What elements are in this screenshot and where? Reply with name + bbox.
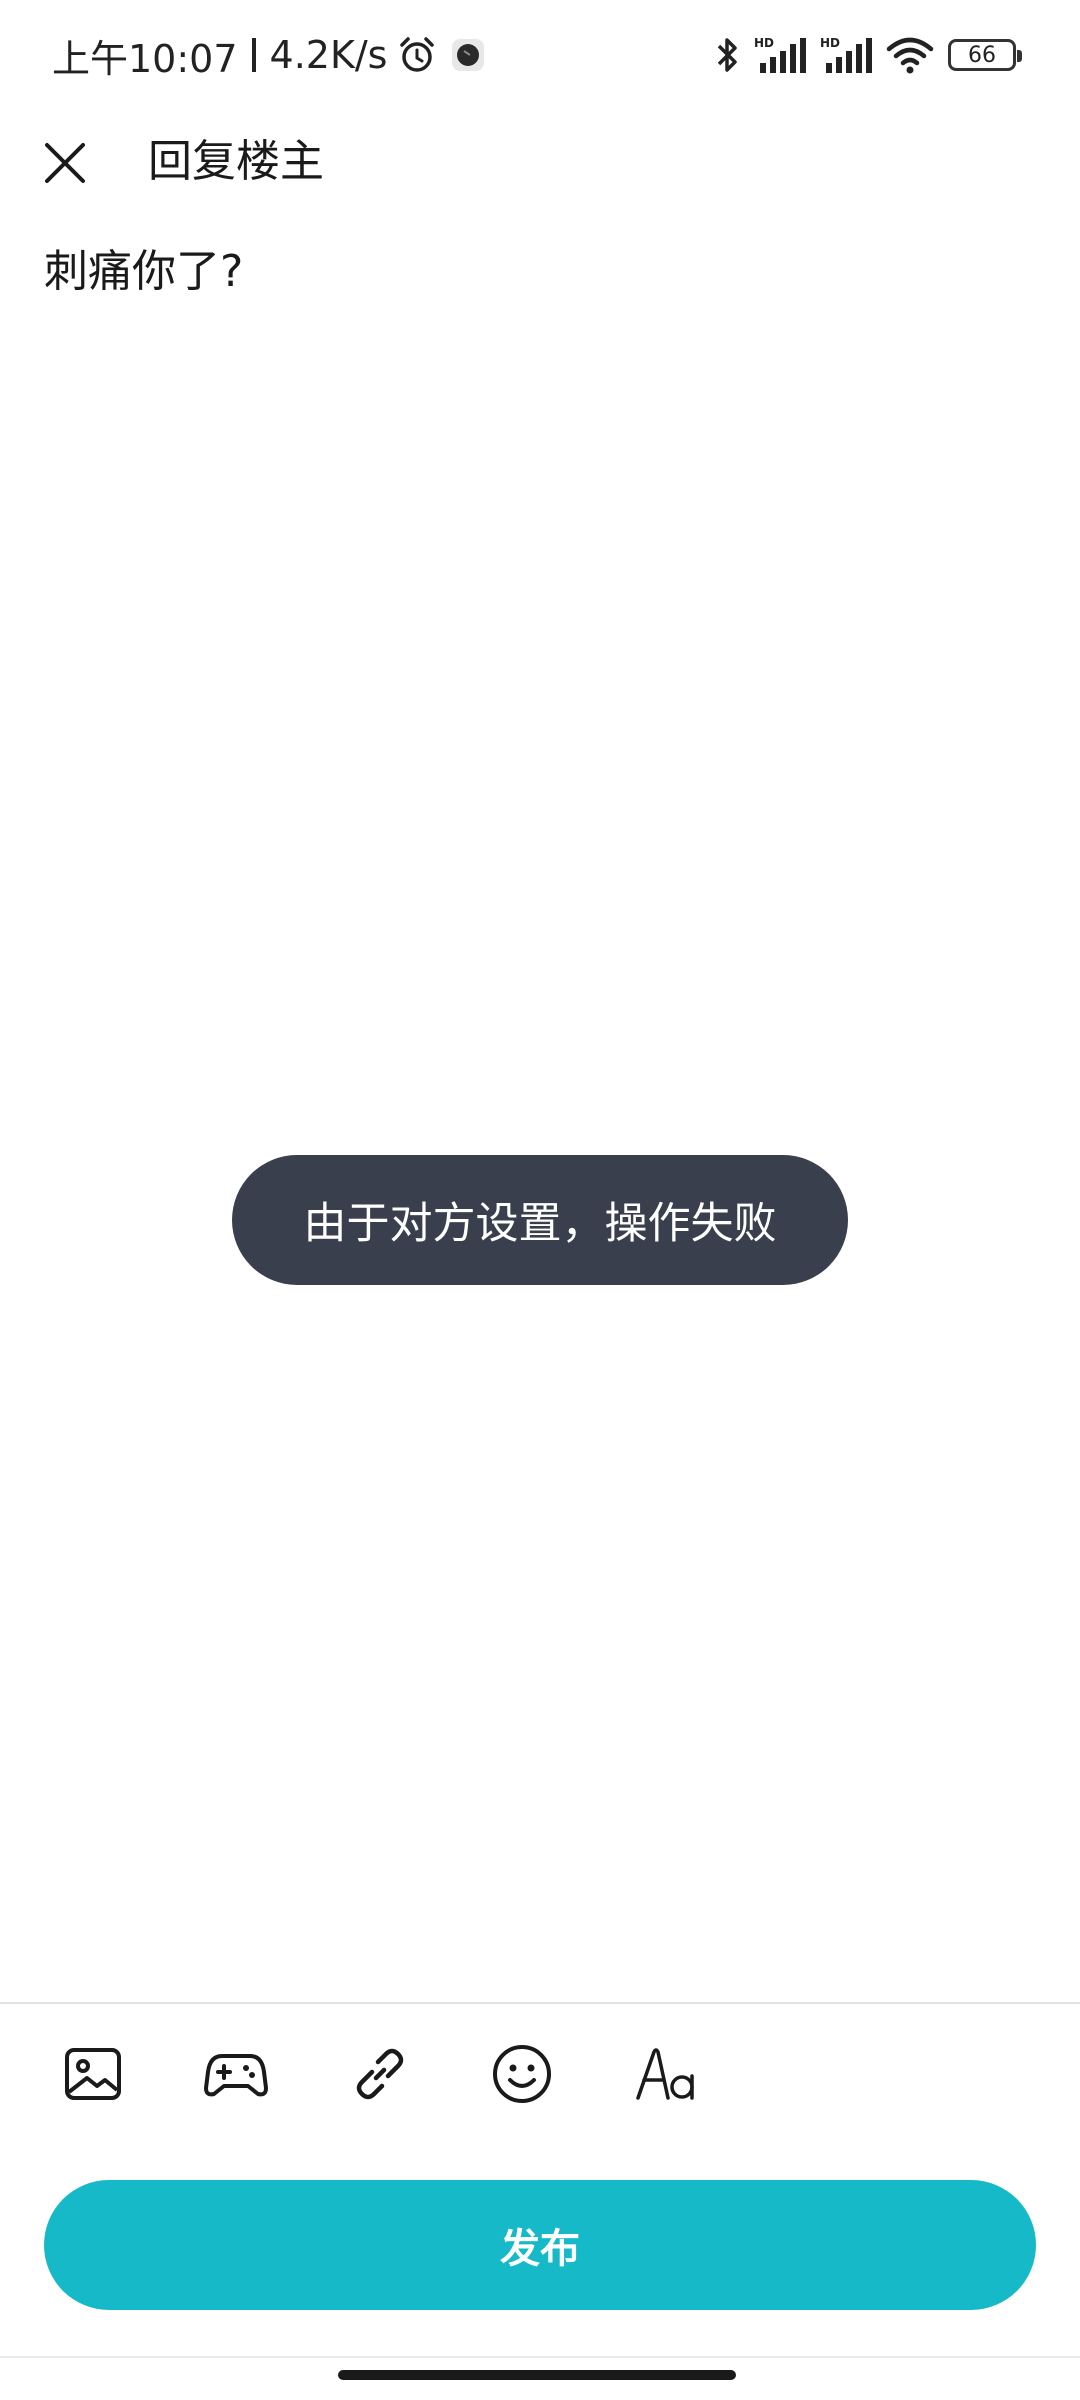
image-icon bbox=[65, 2048, 121, 2100]
home-indicator[interactable] bbox=[338, 2370, 736, 2380]
error-toast: 由于对方设置，操作失败 bbox=[232, 1155, 848, 1285]
bluetooth-icon bbox=[717, 38, 737, 72]
link-icon bbox=[356, 2048, 404, 2100]
reply-editor[interactable]: 刺痛你了? bbox=[44, 240, 1036, 304]
status-right: HD HD 66 bbox=[714, 30, 1022, 80]
hd-signal-icon: HD bbox=[754, 36, 806, 73]
game-controller-icon bbox=[204, 2054, 268, 2097]
battery-icon: 66 bbox=[948, 39, 1022, 71]
reply-header: 回复楼主 bbox=[0, 110, 1080, 220]
status-left: 上午10:07 4.2K/s bbox=[52, 28, 485, 82]
insert-image-button[interactable] bbox=[53, 2034, 133, 2114]
svg-text:HD: HD bbox=[820, 36, 840, 50]
hd-signal-icon: HD bbox=[820, 36, 872, 73]
insert-link-button[interactable] bbox=[340, 2034, 420, 2114]
insert-emoji-button[interactable] bbox=[482, 2034, 562, 2114]
wifi-icon bbox=[886, 37, 934, 74]
close-icon bbox=[45, 143, 85, 183]
text-format-button[interactable] bbox=[626, 2034, 706, 2114]
page-title: 回复楼主 bbox=[148, 136, 324, 187]
toast-message: 由于对方设置，操作失败 bbox=[303, 1199, 777, 1249]
publish-button[interactable]: 发布 bbox=[44, 2180, 1036, 2310]
status-separator bbox=[251, 38, 256, 72]
alarm-icon bbox=[400, 37, 435, 72]
status-net-speed: 4.2K/s bbox=[269, 33, 388, 77]
emoji-icon bbox=[493, 2045, 551, 2103]
status-time: 上午10:07 bbox=[52, 36, 238, 81]
battery-level: 66 bbox=[968, 42, 996, 68]
text-format-icon bbox=[636, 2048, 694, 2100]
app-notification-icon bbox=[452, 39, 485, 71]
status-bar: 上午10:07 4.2K/s HD HD 66 bbox=[0, 0, 1080, 110]
insert-game-button[interactable] bbox=[196, 2034, 276, 2114]
bottom-divider bbox=[0, 2356, 1080, 2358]
svg-text:HD: HD bbox=[754, 36, 774, 50]
editor-toolbar bbox=[0, 2004, 1080, 2140]
close-button[interactable] bbox=[30, 128, 100, 198]
